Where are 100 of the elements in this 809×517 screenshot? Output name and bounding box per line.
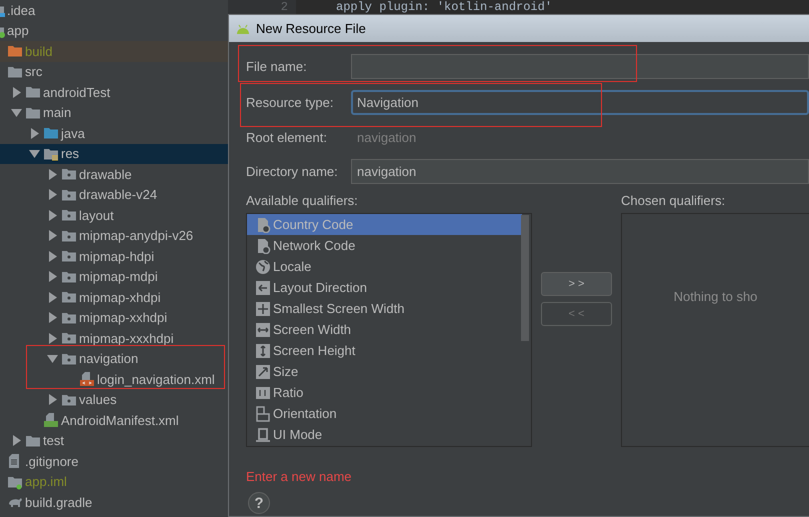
field-label: Resource type:	[246, 95, 334, 110]
collapsed-arrow-icon[interactable]	[48, 250, 56, 262]
qualifier-item[interactable]: Ratio	[247, 382, 522, 403]
tree-row[interactable]: main	[0, 102, 228, 123]
tree-item-label: java	[61, 126, 85, 141]
collapsed-arrow-icon[interactable]	[48, 168, 56, 180]
section-label: Chosen qualifiers:	[621, 193, 726, 210]
globe-icon	[255, 258, 271, 274]
ratio-icon	[255, 384, 271, 400]
tree-row[interactable]: mipmap-xxhdpi	[0, 308, 228, 328]
resource-type-dropdown[interactable]: Navigation	[351, 90, 809, 115]
section-label: Available qualifiers:	[246, 193, 359, 210]
text-field[interactable]: navigation	[351, 159, 809, 184]
scrollbar-thumb[interactable]	[521, 215, 529, 341]
empty-message: Nothing to sho	[674, 289, 758, 306]
tree-row[interactable]: build.gradle	[0, 492, 228, 512]
tree-row[interactable]: androidTest	[0, 82, 228, 102]
collapsed-arrow-icon[interactable]	[30, 128, 38, 139]
qualifier-item[interactable]: Locale	[247, 256, 522, 277]
tree-item-label: login_navigation.xml	[97, 372, 215, 387]
horizontal-arrows-icon	[255, 322, 271, 338]
qualifier-item[interactable]: Screen Width	[247, 319, 522, 340]
collapsed-arrow-icon[interactable]	[48, 271, 56, 282]
qualifier-item[interactable]: Size	[247, 361, 522, 382]
tree-item-label: .idea	[7, 2, 36, 18]
tree-row[interactable]: app.iml	[0, 472, 228, 492]
manifest-file-icon	[43, 412, 59, 428]
qualifier-item[interactable]: Smallest Screen Width	[247, 298, 522, 319]
tree-row[interactable]: mipmap-mdpi	[0, 266, 228, 287]
tree-row[interactable]: navigation	[0, 348, 228, 369]
collapsed-arrow-icon[interactable]	[12, 435, 20, 446]
tree-item-label: app.iml	[25, 474, 67, 490]
root-element-value: navigation	[356, 130, 416, 144]
tree-row[interactable]: mipmap-anydpi-v26	[0, 226, 228, 246]
android-icon	[235, 22, 251, 34]
tree-item-label: app	[7, 23, 29, 38]
collapsed-arrow-icon[interactable]	[48, 312, 56, 324]
collapsed-arrow-icon[interactable]	[48, 332, 56, 344]
qualifier-item[interactable]: Layout Direction	[247, 277, 522, 298]
tree-item-label: androidTest	[43, 84, 110, 100]
tree-row[interactable]: build	[0, 41, 228, 62]
help-button[interactable]: ?	[248, 492, 270, 514]
tree-item-label: values	[79, 392, 117, 408]
tree-row[interactable]: login_navigation.xml	[0, 369, 228, 390]
tree-item-label: AndroidManifest.xml	[61, 412, 179, 428]
tree-row[interactable]: app	[0, 20, 228, 41]
folder-icon	[43, 125, 59, 142]
qualifier-item[interactable]: UI Mode	[247, 424, 522, 445]
orientation-icon	[255, 406, 271, 422]
folder-icon	[61, 166, 77, 182]
tree-row[interactable]: values	[0, 390, 228, 410]
tree-row[interactable]: src	[0, 62, 228, 82]
dialog-title: New Resource File	[256, 21, 366, 36]
tree-row[interactable]: .gitignore	[0, 451, 228, 472]
qualifier-item[interactable]: Screen Height	[247, 340, 522, 361]
tree-item-label: src	[25, 64, 42, 80]
tree-row[interactable]: layout	[0, 205, 228, 226]
error-message: Enter a new name	[246, 469, 353, 484]
tree-item-label: mipmap-anydpi-v26	[79, 228, 194, 244]
tree-row[interactable]: java	[0, 123, 228, 144]
tree-item-label: test	[43, 433, 64, 448]
qualifier-list[interactable]: Country Code Network Code Locale Layout Direction Smallest Screen Width Screen Width Screen Height Size Ratio Orientation UI Mode	[246, 213, 532, 447]
folder-icon	[61, 330, 77, 346]
field-label: Directory name:	[246, 164, 339, 179]
collapsed-arrow-icon[interactable]	[48, 230, 56, 242]
tree-row[interactable]: drawable	[0, 164, 228, 184]
collapsed-arrow-icon[interactable]	[48, 292, 56, 303]
collapsed-arrow-icon[interactable]	[48, 394, 56, 406]
tree-row[interactable]: .idea	[0, 0, 228, 20]
tree-row[interactable]: drawable-v24	[0, 184, 228, 205]
tree-item-label: layout	[79, 208, 114, 223]
expanded-arrow-icon[interactable]	[29, 150, 40, 158]
tree-row[interactable]: res	[0, 144, 228, 164]
tree-row[interactable]: test	[0, 430, 228, 451]
collapsed-arrow-icon[interactable]	[48, 189, 56, 200]
tree-item-label: res	[61, 146, 80, 162]
qualifier-item[interactable]: Orientation	[247, 403, 522, 424]
text-field[interactable]	[351, 54, 809, 79]
folder-icon	[25, 84, 41, 100]
collapsed-arrow-icon[interactable]	[48, 210, 56, 221]
sim-card-icon	[255, 238, 271, 254]
tree-row[interactable]: mipmap-hdpi	[0, 246, 228, 266]
tree-item-label: navigation	[79, 351, 138, 366]
expanded-arrow-icon[interactable]	[47, 354, 58, 363]
tree-row[interactable]: AndroidManifest.xml	[0, 410, 228, 430]
diagonal-arrow-icon	[255, 364, 271, 380]
tree-item-label: drawable-v24	[79, 187, 158, 202]
tree-item-label: build.gradle	[25, 494, 92, 510]
tree-item-label: mipmap-xxxhdpi	[79, 330, 174, 346]
qualifier-item[interactable]: Network Code	[247, 235, 522, 256]
tree-row[interactable]: mipmap-xhdpi	[0, 287, 228, 308]
tree-item-label: mipmap-hdpi	[79, 248, 154, 264]
monitor-icon	[255, 426, 271, 442]
folder-icon	[61, 248, 77, 264]
tree-row[interactable]: mipmap-xxxhdpi	[0, 328, 228, 348]
move-button[interactable]: > >	[541, 272, 612, 296]
folder-icon	[61, 207, 77, 224]
tree-item-label: .gitignore	[25, 454, 78, 469]
collapsed-arrow-icon[interactable]	[12, 86, 20, 98]
expanded-arrow-icon[interactable]	[11, 108, 22, 117]
